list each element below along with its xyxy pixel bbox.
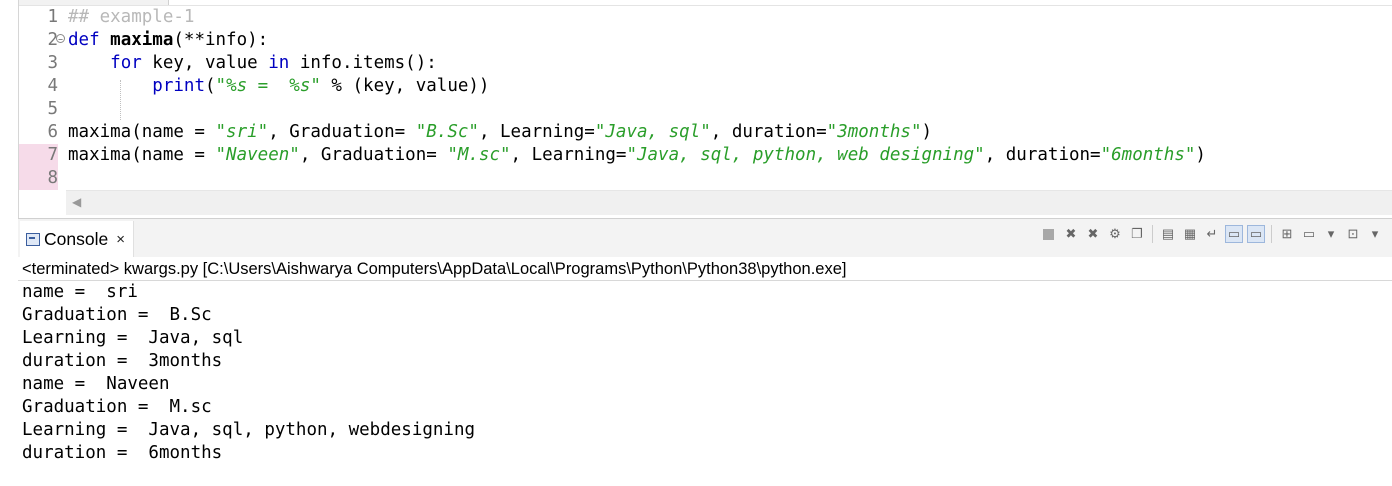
- line-number: 3: [47, 53, 58, 73]
- code-token: "Java, sql": [594, 122, 711, 142]
- code-token: , duration=: [710, 122, 827, 142]
- pin-console-icon[interactable]: ⊞: [1278, 225, 1296, 243]
- indent-guide: [120, 80, 121, 120]
- code-token: "3months": [826, 122, 922, 142]
- line-number: 4: [47, 76, 58, 96]
- code-line[interactable]: 1 ## example-1: [18, 6, 1392, 29]
- code-text: def maxima(**info):: [68, 29, 268, 52]
- code-token: ): [1195, 145, 1206, 165]
- code-token: maxima(name =: [68, 145, 216, 165]
- console-status: <terminated> kwargs.py [C:\Users\Aishwar…: [22, 260, 847, 278]
- editor-tab[interactable]: [18, 0, 169, 5]
- code-editor[interactable]: 1 ## example-1 2− def maxima(**info): 3 for …: [0, 0, 1392, 216]
- code-line[interactable]: 4 print("%s = %s" % (key, value)): [18, 75, 1392, 98]
- code-line[interactable]: 2− def maxima(**info):: [18, 29, 1392, 52]
- console-output-line: Learning = Java, sql, python, webdesigni…: [22, 420, 476, 440]
- line-number: 7: [18, 144, 58, 167]
- code-token: maxima(name =: [68, 122, 216, 142]
- code-token: ## example-1: [68, 7, 195, 27]
- display-menu-icon[interactable]: ▾: [1322, 225, 1340, 243]
- show-stdout-icon[interactable]: ▭: [1225, 225, 1243, 243]
- code-token: , duration=: [984, 145, 1101, 165]
- console-output-line: Graduation = B.Sc: [22, 305, 212, 325]
- line-number: 2: [47, 30, 58, 50]
- remove-all-terminated-icon[interactable]: ✖: [1084, 225, 1102, 243]
- code-token: , Graduation=: [268, 122, 416, 142]
- console-output[interactable]: name = sri Graduation = B.Sc Learning = Ja…: [22, 281, 475, 465]
- console-output-line: name = sri: [22, 282, 138, 302]
- fold-toggle-icon[interactable]: −: [56, 34, 65, 44]
- code-token: "6months": [1100, 145, 1196, 165]
- remove-launch-icon[interactable]: ✖: [1062, 225, 1080, 243]
- code-line[interactable]: 8: [18, 167, 1392, 190]
- code-token: "M.sc": [447, 145, 511, 165]
- line-number: 1: [47, 7, 58, 27]
- console-output-line: Graduation = M.sc: [22, 397, 212, 417]
- console-tab-label: Console: [44, 228, 109, 249]
- console-icon: [26, 232, 40, 246]
- code-token: (: [204, 76, 216, 96]
- code-lines: 1 ## example-1 2− def maxima(**info): 3 for …: [18, 6, 1392, 190]
- code-token: "Naveen": [215, 145, 300, 165]
- close-icon[interactable]: ×: [116, 231, 125, 248]
- code-line[interactable]: 7 maxima(name = "Naveen", Graduation= "M.…: [18, 144, 1392, 167]
- console-output-line: Learning = Java, sql: [22, 328, 244, 348]
- word-wrap-icon[interactable]: ↵: [1203, 225, 1221, 243]
- code-token: (**info):: [173, 30, 269, 50]
- horizontal-scrollbar[interactable]: ◀: [66, 190, 1392, 215]
- code-token: key, value: [141, 53, 269, 73]
- code-token: "%s = %s": [215, 76, 321, 96]
- code-token: , Learning=: [478, 122, 595, 142]
- code-token: "B.Sc": [415, 122, 479, 142]
- code-token: ): [921, 122, 933, 142]
- code-token: , Graduation=: [299, 145, 448, 165]
- line-number: 8: [18, 167, 58, 190]
- code-token: in: [268, 53, 290, 73]
- display-selected-console-icon[interactable]: ▭: [1300, 225, 1318, 243]
- tab-console[interactable]: Console ×: [20, 221, 134, 257]
- console-output-line: name = Naveen: [22, 374, 170, 394]
- code-token: print: [152, 76, 205, 96]
- toolbar-separator: [1271, 225, 1272, 243]
- code-token: % (key, value)): [320, 76, 490, 96]
- open-console-menu-icon[interactable]: ▾: [1366, 225, 1384, 243]
- code-token: info.items():: [289, 53, 437, 73]
- code-token: "Java, sql, python, web designing": [626, 145, 985, 165]
- debug-launch-icon[interactable]: ⚙: [1106, 225, 1124, 243]
- terminate-icon[interactable]: [1043, 228, 1054, 240]
- show-stderr-icon[interactable]: ▭: [1247, 225, 1265, 243]
- code-token: for: [110, 53, 142, 73]
- console-output-line: duration = 3months: [22, 351, 223, 371]
- scroll-lock-icon[interactable]: ▦: [1181, 225, 1199, 243]
- copy-icon[interactable]: ❐: [1128, 225, 1146, 243]
- code-text: for key, value in info.items():: [68, 52, 437, 75]
- console-view: Console × ✖ ✖ ⚙ ❐ ▤ ▦ ↵ ▭ ▭ ⊞ ▭ ▾ ⊡ ▾ <t…: [18, 218, 1392, 486]
- toolbar-separator: [1152, 225, 1153, 243]
- code-token: "sri": [215, 122, 269, 142]
- console-toolbar: ✖ ✖ ⚙ ❐ ▤ ▦ ↵ ▭ ▭ ⊞ ▭ ▾ ⊡ ▾: [1039, 225, 1384, 243]
- code-token: , Learning=: [510, 145, 627, 165]
- code-line[interactable]: 5: [18, 98, 1392, 121]
- line-number: 6: [47, 122, 58, 142]
- open-console-icon[interactable]: ⊡: [1344, 225, 1362, 243]
- code-text: maxima(name = "Naveen", Graduation= "M.s…: [68, 144, 1206, 167]
- scroll-left-icon[interactable]: ◀: [72, 195, 81, 209]
- code-text: maxima(name = "sri", Graduation= "B.Sc",…: [68, 121, 932, 144]
- code-token: maxima: [110, 30, 174, 50]
- console-tab-bar: Console × ✖ ✖ ⚙ ❐ ▤ ▦ ↵ ▭ ▭ ⊞ ▭ ▾ ⊡ ▾: [18, 218, 1392, 257]
- code-text: ## example-1: [68, 6, 194, 29]
- code-text: print("%s = %s" % (key, value)): [68, 75, 489, 98]
- line-number: 5: [47, 99, 58, 119]
- left-gutter: [0, 0, 19, 486]
- console-output-line: duration = 6months: [22, 443, 223, 463]
- code-line[interactable]: 3 for key, value in info.items():: [18, 52, 1392, 75]
- code-token: def: [68, 30, 100, 50]
- clear-console-icon[interactable]: ▤: [1159, 225, 1177, 243]
- code-line[interactable]: 6 maxima(name = "sri", Graduation= "B.Sc"…: [18, 121, 1392, 144]
